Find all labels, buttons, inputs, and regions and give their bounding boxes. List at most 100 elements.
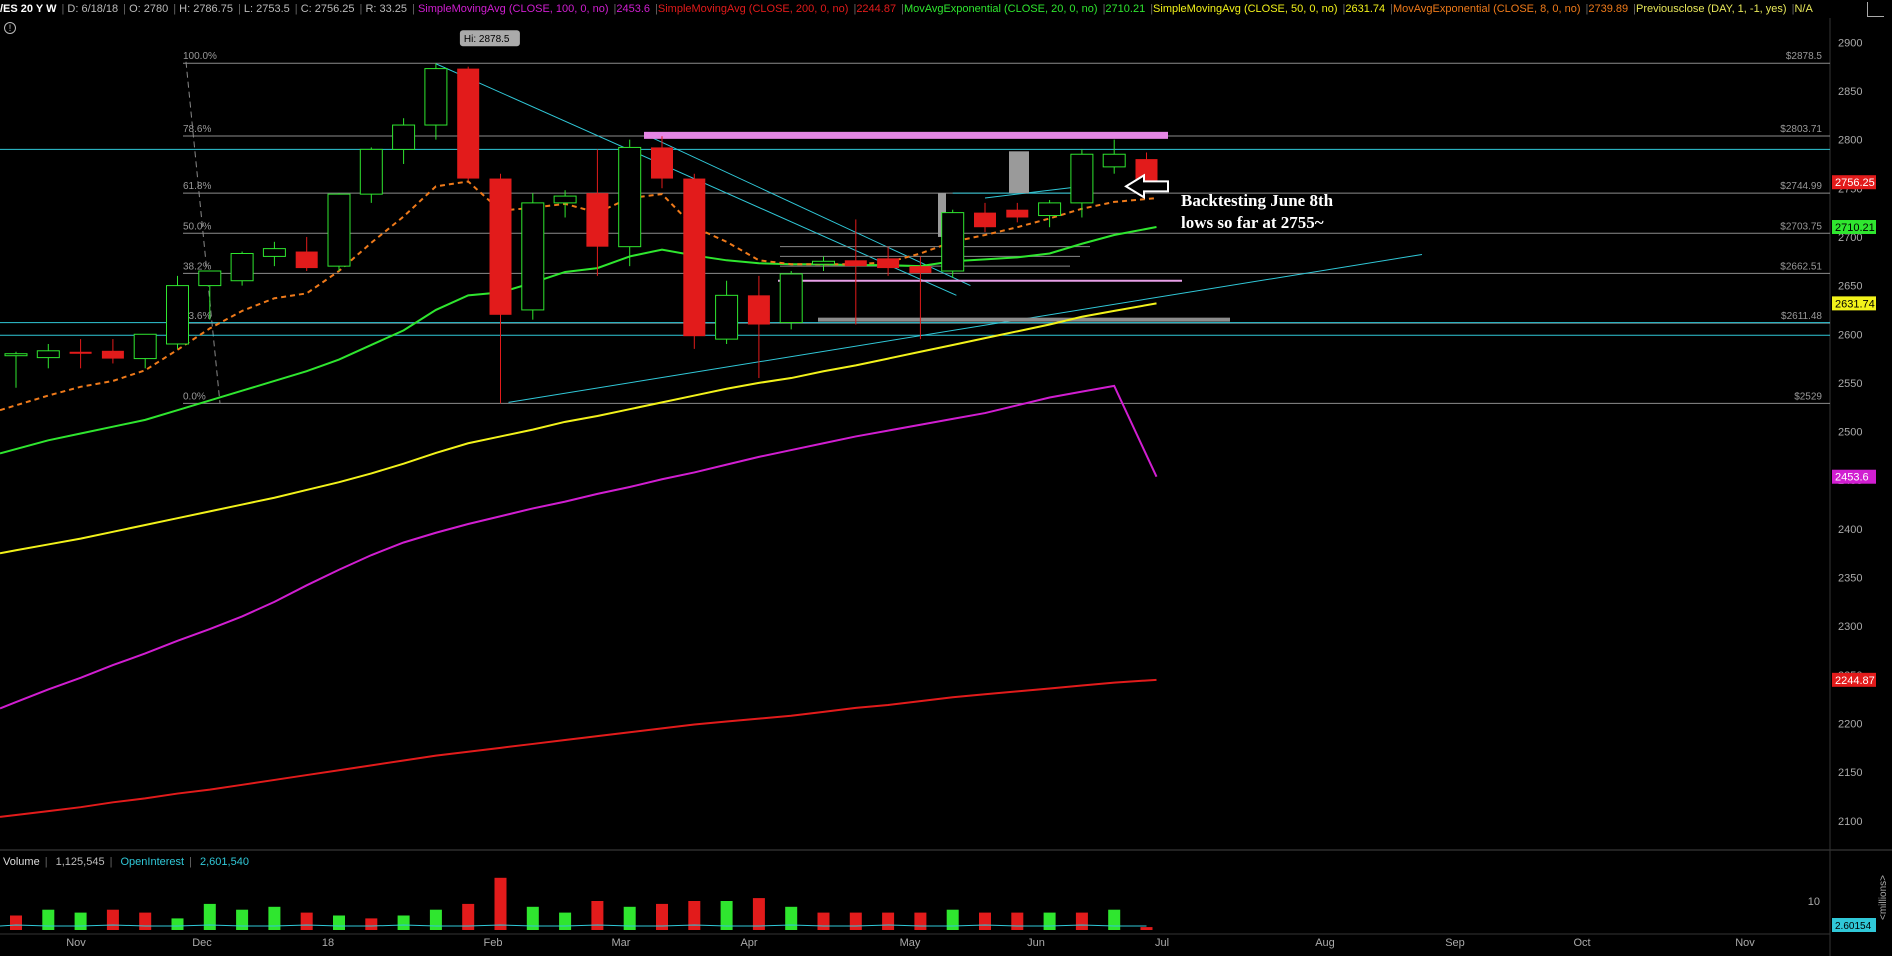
candle-body <box>553 195 577 204</box>
volume-bar <box>946 909 959 930</box>
price-tag: 2453.6 <box>1835 472 1869 484</box>
volume-value: 1,125,545 <box>55 856 105 868</box>
candle-body <box>586 193 609 247</box>
range-label: R: 33.25 <box>365 3 408 15</box>
study-value: 2453.6 <box>616 3 651 15</box>
volume-bar <box>268 906 281 930</box>
volume-bar <box>1075 912 1088 930</box>
study-list: SimpleMovingAvg (CLOSE, 100, 0, no) |2453… <box>417 3 1813 15</box>
candle-body <box>166 285 189 345</box>
fib-price-label: $2744.99 <box>1780 181 1822 192</box>
high-label: H: 2786.75 <box>179 3 233 15</box>
candle-body <box>974 212 996 228</box>
study-label[interactable]: Previousclose (DAY, 1, -1, yes) <box>1636 3 1787 15</box>
volume-bar <box>914 912 927 930</box>
volume-bar <box>10 915 22 930</box>
candle-body <box>715 294 739 340</box>
candle-body <box>941 212 965 272</box>
candle-body <box>327 193 351 267</box>
study-label[interactable]: SimpleMovingAvg (CLOSE, 200, 0, no) <box>658 3 849 15</box>
volume-bar <box>591 901 604 930</box>
y-tick-label: 2350 <box>1838 573 1862 585</box>
study-label[interactable]: MovAvgExponential (CLOSE, 8, 0, no) <box>1393 3 1581 15</box>
open-interest-label: OpenInterest <box>120 856 185 868</box>
volume-bar <box>752 898 765 930</box>
low-label: L: 2753.5 <box>243 3 290 15</box>
uptrend-line <box>508 253 1423 403</box>
y-tick-label: 2800 <box>1838 135 1862 147</box>
x-tick-label: Jul <box>1155 937 1169 949</box>
candle-body <box>521 202 545 311</box>
x-tick-label: Feb <box>484 937 503 949</box>
candle-body <box>295 251 318 269</box>
scale-settings-icon[interactable] <box>1867 2 1884 17</box>
candle-body <box>812 260 835 265</box>
annotation-text: Backtesting June 8th lows so far at 2755… <box>1181 190 1333 234</box>
fib-level-label: 78.6% <box>183 124 211 135</box>
candle-body <box>457 68 480 179</box>
candle-body <box>198 270 222 287</box>
chart-window: 2100215022002250230023502400245025002550… <box>0 0 1892 956</box>
price-tag: 2631.74 <box>1835 298 1875 310</box>
fib-level-label: 100.0% <box>183 51 217 62</box>
candle-body <box>909 266 932 273</box>
volume-axis-tick: 10 <box>1808 896 1820 908</box>
volume-bar <box>333 915 345 930</box>
study-label[interactable]: SimpleMovingAvg (CLOSE, 100, 0, no) <box>418 3 609 15</box>
hi-label: Hi: 2878.5 <box>464 34 510 45</box>
candle-body <box>359 148 383 195</box>
support-zone <box>818 317 1230 322</box>
price-chart[interactable]: 2100215022002250230023502400245025002550… <box>0 0 1892 956</box>
study-value: N/A <box>1794 3 1813 15</box>
candle-body <box>1102 153 1126 168</box>
y-tick-label: 2300 <box>1838 621 1862 633</box>
candle-body <box>101 350 124 359</box>
study-value: 2710.21 <box>1105 3 1146 15</box>
y-tick-label: 2850 <box>1838 86 1862 98</box>
volume-bar <box>849 912 862 930</box>
candle-body <box>683 178 706 337</box>
candle-body <box>1006 209 1029 218</box>
y-tick-label: 2500 <box>1838 427 1862 439</box>
moving-average-line <box>0 678 1157 818</box>
open-label: O: 2780 <box>129 3 169 15</box>
candle-body <box>489 178 512 315</box>
candle-body <box>779 273 803 324</box>
volume-bar <box>688 901 701 930</box>
candle-body <box>392 124 416 150</box>
y-tick-label: 2600 <box>1838 329 1862 341</box>
fib-price-label: $2878.5 <box>1786 51 1823 62</box>
volume-bar <box>365 918 378 930</box>
x-tick-label: Mar <box>612 937 631 949</box>
volume-bar <box>817 912 830 930</box>
volume-header: Volume | 1,125,545 | OpenInterest | 2,601,5… <box>0 854 249 870</box>
fib-level-label: 50.0% <box>183 221 211 232</box>
annotation-line-1: Backtesting June 8th <box>1181 191 1334 210</box>
resistance-zone <box>644 131 1168 139</box>
volume-bar <box>74 912 87 930</box>
symbol-label[interactable]: /ES 20 Y W <box>0 3 56 15</box>
y-tick-label: 2100 <box>1838 816 1862 828</box>
open-interest-value: 2,601,540 <box>200 856 249 868</box>
price-tag: 2756.25 <box>1835 177 1875 189</box>
candle-body <box>69 351 92 354</box>
study-value: 2244.87 <box>856 3 897 15</box>
volume-bar <box>494 877 507 930</box>
fib-anchor-line <box>185 61 221 404</box>
volume-bar <box>559 912 572 930</box>
volume-bar <box>623 906 636 930</box>
fib-price-label: $2611.48 <box>1781 311 1822 322</box>
volume-bar <box>979 912 991 930</box>
fib-price-label: $2803.71 <box>1780 124 1822 135</box>
candle-body <box>747 295 770 325</box>
fib-price-label: $2703.75 <box>1780 221 1822 232</box>
info-circle-icon[interactable]: ! <box>4 22 16 34</box>
volume-bar <box>429 909 442 930</box>
chart-header: /ES 20 Y W | D: 6/18/18 | O: 2780 | H: 2786… <box>0 3 1813 15</box>
volume-unit-label: <millions> <box>1878 875 1889 920</box>
study-label[interactable]: SimpleMovingAvg (CLOSE, 50, 0, no) <box>1153 3 1337 15</box>
candle-body <box>424 68 448 126</box>
volume-bar <box>1140 927 1153 930</box>
study-label[interactable]: MovAvgExponential (CLOSE, 20, 0, no) <box>904 3 1098 15</box>
y-tick-label: 2400 <box>1838 524 1862 536</box>
